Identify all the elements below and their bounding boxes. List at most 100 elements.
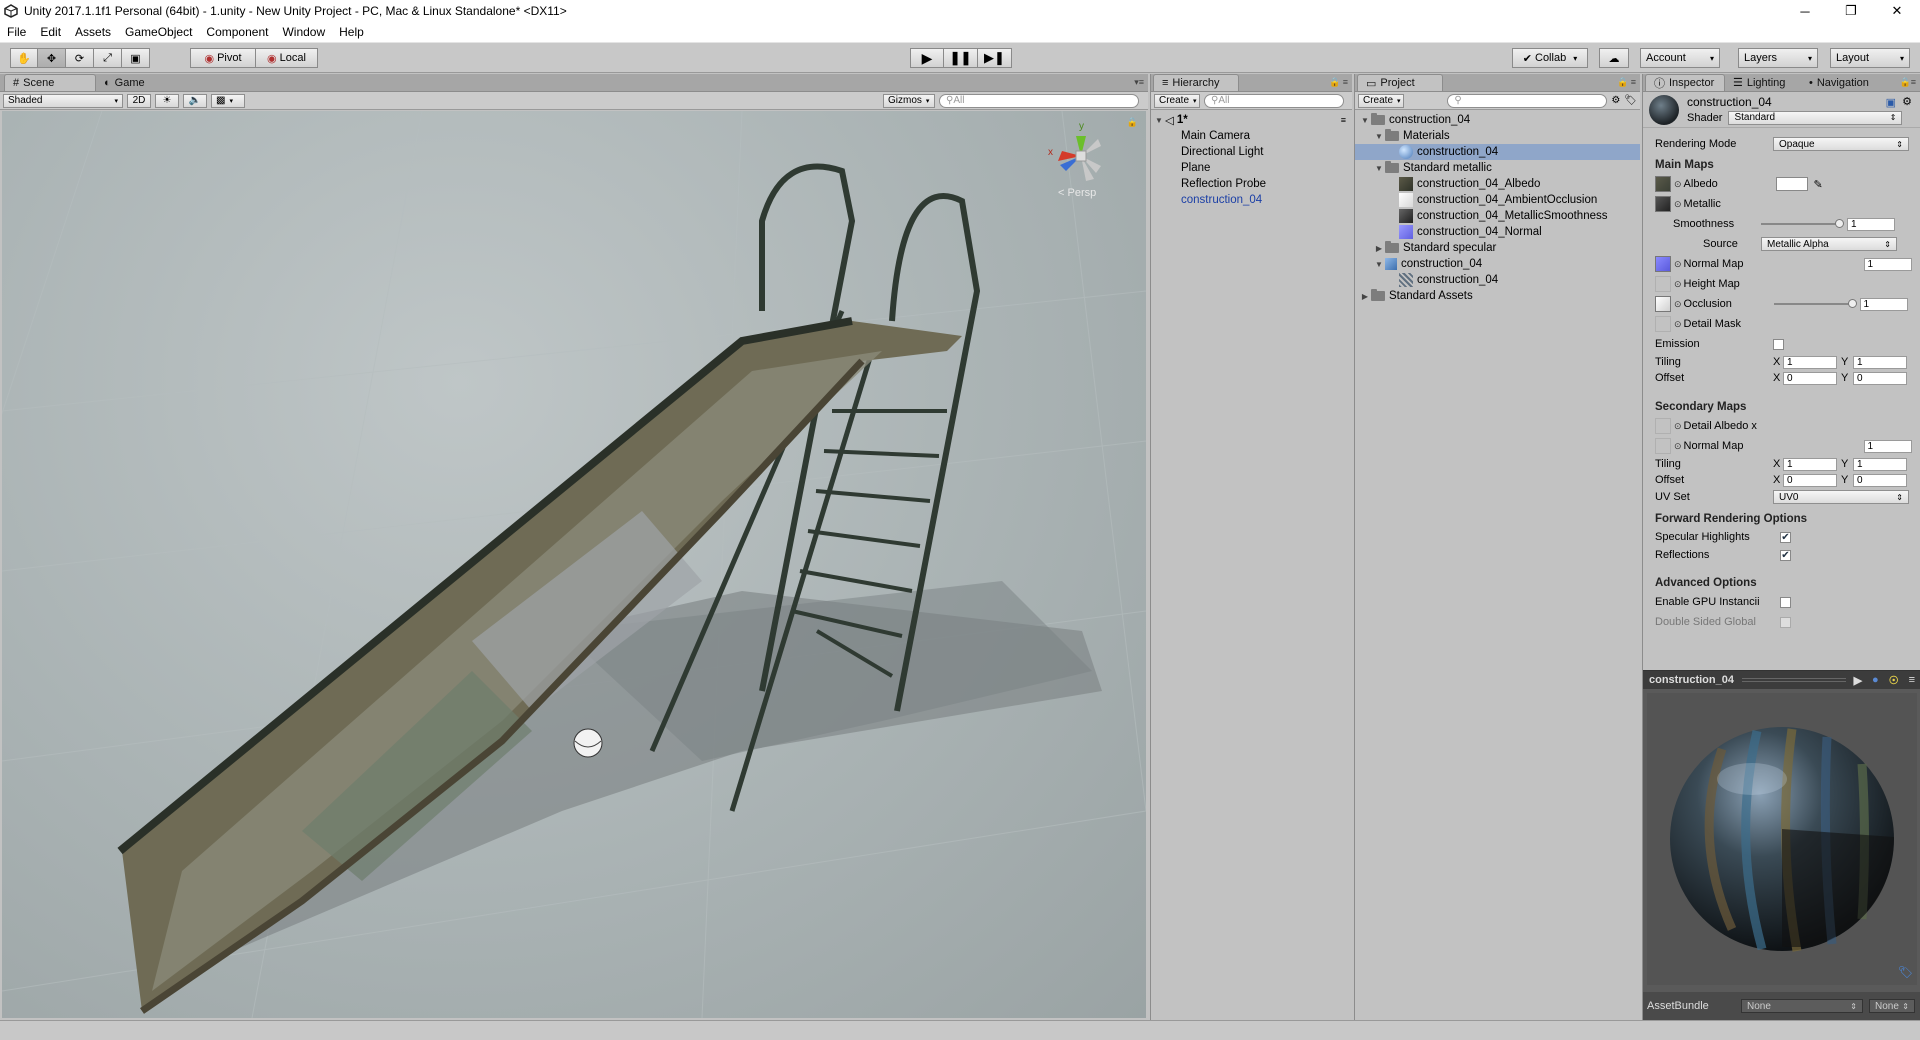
move-tool-icon[interactable]: ✥ (38, 48, 66, 68)
normal-map-field[interactable]: 1 (1863, 257, 1912, 271)
tab-navigation[interactable]: • Navigation (1801, 74, 1877, 91)
gizmos-dropdown[interactable]: Gizmos (883, 93, 935, 108)
pivot-button[interactable]: ◉ Pivot (190, 48, 256, 68)
hierarchy-item[interactable]: Reflection Probe (1151, 176, 1352, 192)
menu-window[interactable]: Window (275, 25, 332, 39)
audio-toggle-icon[interactable]: 🔈 (183, 93, 207, 108)
scene-lock-icon[interactable]: 🔒 (1127, 117, 1138, 128)
uv-set-dropdown[interactable]: UV0 (1773, 490, 1909, 504)
tab-hierarchy[interactable]: ≡ Hierarchy (1153, 74, 1239, 91)
secondary-normal-picker-icon[interactable]: ⊙ (1674, 441, 1682, 452)
local-button[interactable]: ◉ Local (256, 48, 318, 68)
project-tree-item[interactable]: construction_04_Albedo (1355, 176, 1640, 192)
projection-label[interactable]: < Persp (1058, 187, 1096, 199)
layout-dropdown[interactable]: Layout (1830, 48, 1910, 68)
secondary-normal-field[interactable]: 1 (1863, 439, 1912, 453)
2d-toggle[interactable]: 2D (127, 93, 151, 108)
expand-arrow-icon[interactable]: ▼ (1373, 132, 1385, 141)
secondary-offset-y-field[interactable]: 0 (1853, 473, 1907, 487)
step-icon[interactable]: ▶❚ (978, 48, 1012, 68)
hierarchy-create-button[interactable]: Create (1154, 93, 1200, 108)
hierarchy-item[interactable]: Directional Light (1151, 144, 1352, 160)
shader-dropdown[interactable]: Standard (1728, 110, 1903, 125)
occlusion-slider[interactable] (1773, 297, 1860, 311)
filter-type-icon[interactable]: ⚙ (1611, 95, 1620, 106)
tab-game[interactable]: ◐ Game (96, 74, 166, 91)
menu-component[interactable]: Component (199, 25, 275, 39)
menu-edit[interactable]: Edit (33, 25, 68, 39)
metallic-texture-slot[interactable] (1655, 196, 1671, 212)
inspector-lock-icon[interactable]: 🔒≡ (1900, 77, 1916, 88)
project-tree-item[interactable]: ▼ construction_04 (1355, 112, 1640, 128)
shading-mode-dropdown[interactable]: Shaded (3, 93, 123, 108)
scene-options-icon[interactable]: ▾≡ (1134, 77, 1144, 88)
assetbundle-variant-dropdown[interactable]: None (1869, 999, 1915, 1013)
tab-project[interactable]: ▭ Project (1357, 74, 1443, 91)
minimize-icon[interactable]: ─ (1782, 0, 1828, 22)
rect-tool-icon[interactable]: ▣ (122, 48, 150, 68)
albedo-color-field[interactable] (1775, 177, 1808, 191)
project-lock-icon[interactable]: 🔒 ≡ (1617, 77, 1636, 88)
emission-checkbox[interactable] (1773, 338, 1784, 350)
filter-label-icon[interactable]: 🏷 (1624, 95, 1637, 106)
preview-viewport[interactable] (1647, 693, 1917, 985)
scene-viewport[interactable]: y x < Persp 🔒 (2, 111, 1146, 1018)
project-create-button[interactable]: Create (1358, 93, 1404, 108)
specular-highlights-checkbox[interactable]: ✔ (1780, 531, 1791, 543)
assetbundle-dropdown[interactable]: None (1741, 999, 1863, 1013)
settings-gear-icon[interactable]: ⚙ (1902, 95, 1912, 108)
occlusion-texture-slot[interactable] (1655, 296, 1671, 312)
rotate-tool-icon[interactable]: ⟳ (66, 48, 94, 68)
expand-arrow-icon[interactable]: ▶ (1359, 292, 1371, 301)
hierarchy-search-input[interactable]: ⚲ All (1204, 93, 1344, 108)
cloud-icon[interactable]: ☁ (1599, 48, 1629, 68)
menu-file[interactable]: File (0, 25, 33, 39)
reflections-checkbox[interactable]: ✔ (1780, 549, 1791, 561)
occlusion-picker-icon[interactable]: ⊙ (1674, 299, 1682, 310)
layers-dropdown[interactable]: Layers (1738, 48, 1818, 68)
secondary-normal-texture-slot[interactable] (1655, 438, 1671, 454)
preview-sphere-icon[interactable]: ● (1872, 674, 1879, 686)
play-icon[interactable]: ▶ (910, 48, 944, 68)
rendering-mode-dropdown[interactable]: Opaque (1773, 137, 1909, 151)
smoothness-field[interactable]: 1 (1847, 217, 1895, 231)
smoothness-slider-knob[interactable] (1835, 219, 1844, 228)
height-map-texture-slot[interactable] (1655, 276, 1671, 292)
source-dropdown[interactable]: Metallic Alpha (1761, 237, 1897, 251)
main-offset-y-field[interactable]: 0 (1853, 371, 1907, 385)
project-search-input[interactable]: ⚲ (1447, 93, 1608, 108)
project-tree-item[interactable]: ▶ Standard specular (1355, 240, 1640, 256)
expand-arrow-icon[interactable]: ▼ (1373, 164, 1385, 173)
hand-tool-icon[interactable]: ✋ (10, 48, 38, 68)
tab-scene[interactable]: # Scene (4, 74, 96, 91)
main-offset-x-field[interactable]: 0 (1783, 371, 1837, 385)
preview-light-icon[interactable]: ☉ (1889, 674, 1899, 687)
preview-drag-handle[interactable] (1741, 678, 1846, 682)
menu-assets[interactable]: Assets (68, 25, 118, 39)
gpu-instancing-checkbox[interactable] (1780, 596, 1791, 608)
hierarchy-lock-icon[interactable]: 🔒 ≡ (1329, 77, 1348, 88)
project-tree-item[interactable]: construction_04_Normal (1355, 224, 1640, 240)
albedo-picker-icon[interactable]: ⊙ (1674, 179, 1682, 190)
normal-map-texture-slot[interactable] (1655, 256, 1671, 272)
pause-icon[interactable]: ❚❚ (944, 48, 978, 68)
tab-inspector[interactable]: ⓘ Inspector (1645, 74, 1725, 91)
scale-tool-icon[interactable]: ⤢ (94, 48, 122, 68)
detail-mask-texture-slot[interactable] (1655, 316, 1671, 332)
project-tree-item[interactable]: construction_04_AmbientOcclusion (1355, 192, 1640, 208)
expand-arrow-icon[interactable]: ▼ (1153, 116, 1165, 125)
scene-options-icon[interactable]: ≡ (1341, 115, 1346, 125)
project-tree-item[interactable]: ▼ Materials (1355, 128, 1640, 144)
detail-albedo-picker-icon[interactable]: ⊙ (1674, 421, 1682, 432)
project-tree-item[interactable]: ▶ Standard Assets (1355, 288, 1640, 304)
scene-root-row[interactable]: ▼ ◁ 1* ≡ (1151, 112, 1352, 128)
hierarchy-item[interactable]: Plane (1151, 160, 1352, 176)
menu-help[interactable]: Help (332, 25, 371, 39)
albedo-texture-slot[interactable] (1655, 176, 1671, 192)
account-dropdown[interactable]: Account (1640, 48, 1720, 68)
project-tree-item[interactable]: ▼ Standard metallic (1355, 160, 1640, 176)
project-tree-item[interactable]: construction_04 (1355, 144, 1640, 160)
secondary-tiling-y-field[interactable]: 1 (1853, 457, 1907, 471)
menu-gameobject[interactable]: GameObject (118, 25, 199, 39)
preview-tag-icon[interactable]: 🏷 (1898, 965, 1913, 979)
